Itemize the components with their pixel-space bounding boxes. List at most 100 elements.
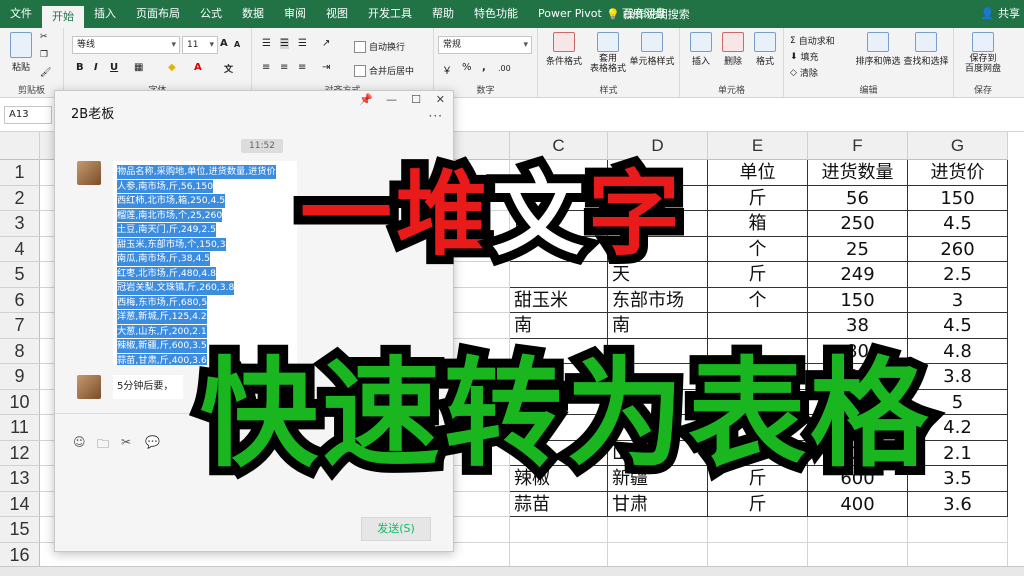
- table-cell[interactable]: 400: [808, 491, 908, 517]
- tab-9[interactable]: 帮助: [422, 0, 464, 28]
- chat-history-icon[interactable]: 💬: [145, 435, 160, 449]
- row-header-3[interactable]: 3: [0, 211, 40, 237]
- cell-styles-button[interactable]: 单元格样式: [626, 32, 678, 67]
- merge-center-button[interactable]: 合并后居中: [354, 64, 414, 77]
- border-button[interactable]: ▦: [134, 62, 143, 73]
- row-header-5[interactable]: 5: [0, 262, 40, 288]
- currency-button[interactable]: ￥: [442, 62, 452, 77]
- select-all-corner[interactable]: [0, 132, 40, 160]
- number-format-select[interactable]: 常规: [438, 36, 532, 54]
- row-header-15[interactable]: 15: [0, 517, 40, 543]
- insert-cells-button[interactable]: 插入: [686, 32, 716, 67]
- send-button[interactable]: 发送(S): [361, 517, 431, 541]
- row-header-8[interactable]: 8: [0, 338, 40, 364]
- row-header-16[interactable]: 16: [0, 542, 40, 568]
- table-cell[interactable]: 2.5: [908, 262, 1008, 288]
- wrap-text-button[interactable]: 自动换行: [354, 40, 405, 53]
- copy-button[interactable]: ❐: [40, 50, 48, 60]
- format-cells-button[interactable]: 格式: [750, 32, 780, 67]
- screenshot-icon[interactable]: ✂: [121, 435, 131, 449]
- minimize-icon[interactable]: —: [386, 93, 397, 106]
- row-header-9[interactable]: 9: [0, 364, 40, 390]
- folder-icon[interactable]: 🗀: [97, 435, 109, 456]
- cell[interactable]: [808, 517, 908, 543]
- align-bottom-button[interactable]: ☰: [298, 38, 307, 49]
- name-box[interactable]: A13: [4, 106, 52, 124]
- tab-8[interactable]: 开发工具: [358, 0, 422, 28]
- maximize-icon[interactable]: ☐: [411, 93, 421, 106]
- cell-header-3[interactable]: 进货数量: [808, 160, 908, 186]
- shrink-font-button[interactable]: A: [234, 40, 240, 49]
- format-as-table-button[interactable]: 套用 表格格式: [590, 32, 626, 74]
- delete-cells-button[interactable]: 删除: [718, 32, 748, 67]
- format-painter-button[interactable]: 🖌: [40, 68, 51, 78]
- table-cell[interactable]: 斤: [708, 185, 808, 211]
- align-middle-button[interactable]: ☰: [280, 38, 289, 49]
- table-cell[interactable]: 个: [708, 236, 808, 262]
- autosum-button[interactable]: Σ 自动求和: [790, 34, 835, 48]
- tab-2[interactable]: 插入: [84, 0, 126, 28]
- paste-button[interactable]: 粘贴: [6, 32, 36, 73]
- clear-button[interactable]: ◇ 清除: [790, 66, 818, 80]
- column-header-E[interactable]: E: [708, 132, 808, 160]
- row-header-12[interactable]: 12: [0, 440, 40, 466]
- cut-button[interactable]: ✂: [40, 32, 48, 42]
- tab-10[interactable]: 特色功能: [464, 0, 528, 28]
- row-header-6[interactable]: 6: [0, 287, 40, 313]
- conditional-format-button[interactable]: 条件格式: [542, 32, 586, 67]
- tab-5[interactable]: 数据: [232, 0, 274, 28]
- fill-button[interactable]: ⬇ 填充: [790, 50, 819, 64]
- table-cell[interactable]: 150: [808, 287, 908, 313]
- row-header-4[interactable]: 4: [0, 236, 40, 262]
- tab-1[interactable]: 开始: [42, 6, 84, 28]
- italic-button[interactable]: I: [94, 62, 98, 73]
- font-name-select[interactable]: 等线: [72, 36, 180, 54]
- table-cell[interactable]: 25: [808, 236, 908, 262]
- close-icon[interactable]: ✕: [436, 93, 445, 106]
- indent-button[interactable]: ⇥: [322, 62, 330, 73]
- table-cell[interactable]: 甜玉米: [510, 287, 608, 313]
- cell-header-4[interactable]: 进货价: [908, 160, 1008, 186]
- table-cell[interactable]: 3.6: [908, 491, 1008, 517]
- cell[interactable]: [808, 542, 908, 568]
- fill-color-button[interactable]: ◆: [168, 62, 176, 73]
- tab-3[interactable]: 页面布局: [126, 0, 190, 28]
- cell[interactable]: [608, 517, 708, 543]
- find-select-button[interactable]: 查找和选择: [902, 32, 950, 67]
- table-cell[interactable]: 个: [708, 287, 808, 313]
- tab-4[interactable]: 公式: [190, 0, 232, 28]
- table-cell[interactable]: 甘肃: [608, 491, 708, 517]
- cell[interactable]: [908, 542, 1008, 568]
- font-color-button[interactable]: A: [194, 62, 202, 73]
- table-cell[interactable]: 150: [908, 185, 1008, 211]
- row-header-2[interactable]: 2: [0, 185, 40, 211]
- cell[interactable]: [510, 542, 608, 568]
- row-header-10[interactable]: 10: [0, 389, 40, 415]
- tab-0[interactable]: 文件: [0, 0, 42, 28]
- cell[interactable]: [908, 517, 1008, 543]
- table-cell[interactable]: 斤: [708, 262, 808, 288]
- table-cell[interactable]: 蒜苗: [510, 491, 608, 517]
- align-top-button[interactable]: ☰: [262, 38, 271, 49]
- table-cell[interactable]: 箱: [708, 211, 808, 237]
- tab-7[interactable]: 视图: [316, 0, 358, 28]
- comma-button[interactable]: ,: [482, 62, 486, 73]
- cell[interactable]: [708, 542, 808, 568]
- message-bubble-reply[interactable]: 5分钟后要，: [113, 375, 183, 399]
- table-cell[interactable]: 斤: [708, 491, 808, 517]
- underline-button[interactable]: U: [110, 62, 118, 73]
- row-header-14[interactable]: 14: [0, 491, 40, 517]
- row-header-13[interactable]: 13: [0, 466, 40, 492]
- bold-button[interactable]: B: [76, 62, 84, 73]
- row-header-7[interactable]: 7: [0, 313, 40, 339]
- tab-11[interactable]: Power Pivot: [528, 0, 612, 28]
- cell-header-2[interactable]: 单位: [708, 160, 808, 186]
- decimal-button[interactable]: .00: [498, 64, 511, 73]
- table-cell[interactable]: 3: [908, 287, 1008, 313]
- sort-filter-button[interactable]: 排序和筛选: [854, 32, 902, 67]
- cell[interactable]: [708, 517, 808, 543]
- more-icon[interactable]: ···: [429, 109, 443, 123]
- table-cell[interactable]: 4.5: [908, 211, 1008, 237]
- table-cell[interactable]: 东部市场: [608, 287, 708, 313]
- column-header-G[interactable]: G: [908, 132, 1008, 160]
